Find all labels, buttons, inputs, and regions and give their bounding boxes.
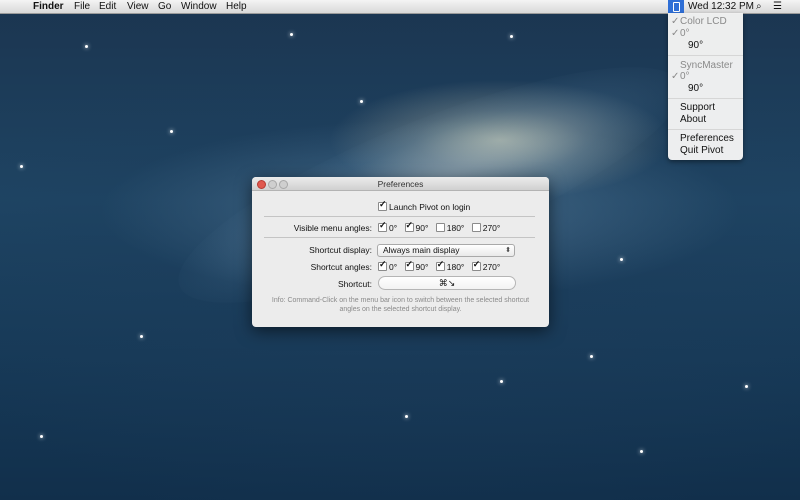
window-title: Preferences: [377, 179, 424, 189]
shortcut-angles-label: Shortcut angles:: [310, 262, 372, 272]
menu-file[interactable]: File: [74, 0, 90, 13]
preferences-window: Preferences Launch Pivot on login Visibl…: [252, 177, 549, 327]
info-text: Info: Command-Click on the menu bar icon…: [271, 297, 530, 313]
star: [510, 35, 513, 38]
visible-angles-group: 0° 90° 180° 270°: [378, 220, 500, 233]
menu-item-color-lcd-0[interactable]: ✓ 0°: [671, 28, 690, 39]
checkmark-icon: ✓: [671, 28, 680, 39]
menu-clock[interactable]: Wed 12:32 PM: [688, 0, 754, 13]
checkmark-icon: ✓: [671, 71, 680, 82]
spotlight-search-icon[interactable]: ⌕: [756, 0, 762, 13]
menu-item-syncmaster-0[interactable]: ✓ 0°: [671, 71, 690, 82]
star: [170, 130, 173, 133]
checkbox-icon[interactable]: [378, 199, 387, 211]
window-titlebar[interactable]: Preferences: [252, 177, 549, 191]
star: [290, 33, 293, 36]
menu-item-color-lcd-90[interactable]: 90°: [688, 40, 703, 51]
menu-header-color-lcd: ✓ Color LCD: [671, 16, 727, 27]
menu-separator: [668, 55, 743, 56]
pivot-menu-icon[interactable]: [668, 0, 684, 13]
menu-item-quit[interactable]: Quit Pivot: [680, 145, 723, 156]
shortcut-angle-0-checkbox[interactable]: 0°: [378, 259, 397, 272]
menu-separator: [668, 98, 743, 99]
menu-bar: Finder File Edit View Go Window Help Wed…: [0, 0, 800, 14]
visible-angle-90-checkbox[interactable]: 90°: [404, 220, 428, 233]
visible-angles-label: Visible menu angles:: [293, 223, 372, 233]
menu-go[interactable]: Go: [158, 0, 171, 13]
menu-item-preferences[interactable]: Preferences: [680, 133, 734, 144]
menu-item-about[interactable]: About: [680, 114, 706, 125]
star: [405, 415, 408, 418]
visible-angle-180-checkbox[interactable]: 180°: [435, 223, 464, 233]
star: [640, 450, 643, 453]
shortcut-recorder-field[interactable]: ⌘↘: [378, 276, 516, 290]
menu-item-syncmaster-90[interactable]: 90°: [688, 83, 703, 94]
shortcut-angle-180-checkbox[interactable]: 180°: [435, 259, 464, 272]
menu-finder[interactable]: Finder: [33, 0, 64, 13]
shortcut-display-value: Always main display: [383, 245, 460, 255]
visible-angle-0-checkbox[interactable]: 0°: [378, 220, 397, 233]
launch-on-login-label: Launch Pivot on login: [389, 202, 471, 212]
menu-item-support[interactable]: Support: [680, 102, 715, 113]
visible-angle-270-checkbox[interactable]: 270°: [471, 223, 500, 233]
checkmark-icon: ✓: [671, 16, 680, 27]
shortcut-angles-group: 0° 90° 180° 270°: [378, 259, 500, 272]
menu-separator: [668, 129, 743, 130]
menu-help[interactable]: Help: [226, 0, 247, 13]
star: [360, 100, 363, 103]
star: [85, 45, 88, 48]
shortcut-display-label: Shortcut display:: [309, 245, 372, 255]
star: [40, 435, 43, 438]
select-arrows-icon: ⬍: [505, 247, 511, 254]
notification-center-icon[interactable]: ☰: [773, 0, 782, 13]
star: [745, 385, 748, 388]
menu-view[interactable]: View: [127, 0, 149, 13]
star: [620, 258, 623, 261]
divider: [264, 216, 535, 217]
shortcut-angle-90-checkbox[interactable]: 90°: [404, 259, 428, 272]
star: [500, 380, 503, 383]
star: [20, 165, 23, 168]
menu-edit[interactable]: Edit: [99, 0, 116, 13]
star: [140, 335, 143, 338]
shortcut-label: Shortcut:: [337, 279, 372, 289]
launch-on-login-checkbox[interactable]: Launch Pivot on login: [378, 199, 471, 212]
shortcut-angle-270-checkbox[interactable]: 270°: [471, 259, 500, 272]
star: [590, 355, 593, 358]
shortcut-display-select[interactable]: Always main display ⬍: [377, 244, 515, 257]
divider: [264, 237, 535, 238]
pivot-dropdown-menu: ✓ Color LCD ✓ 0° 90° SyncMaster ✓ 0° 90°…: [668, 13, 743, 160]
menu-window[interactable]: Window: [181, 0, 217, 13]
menu-header-syncmaster: SyncMaster: [680, 60, 733, 71]
